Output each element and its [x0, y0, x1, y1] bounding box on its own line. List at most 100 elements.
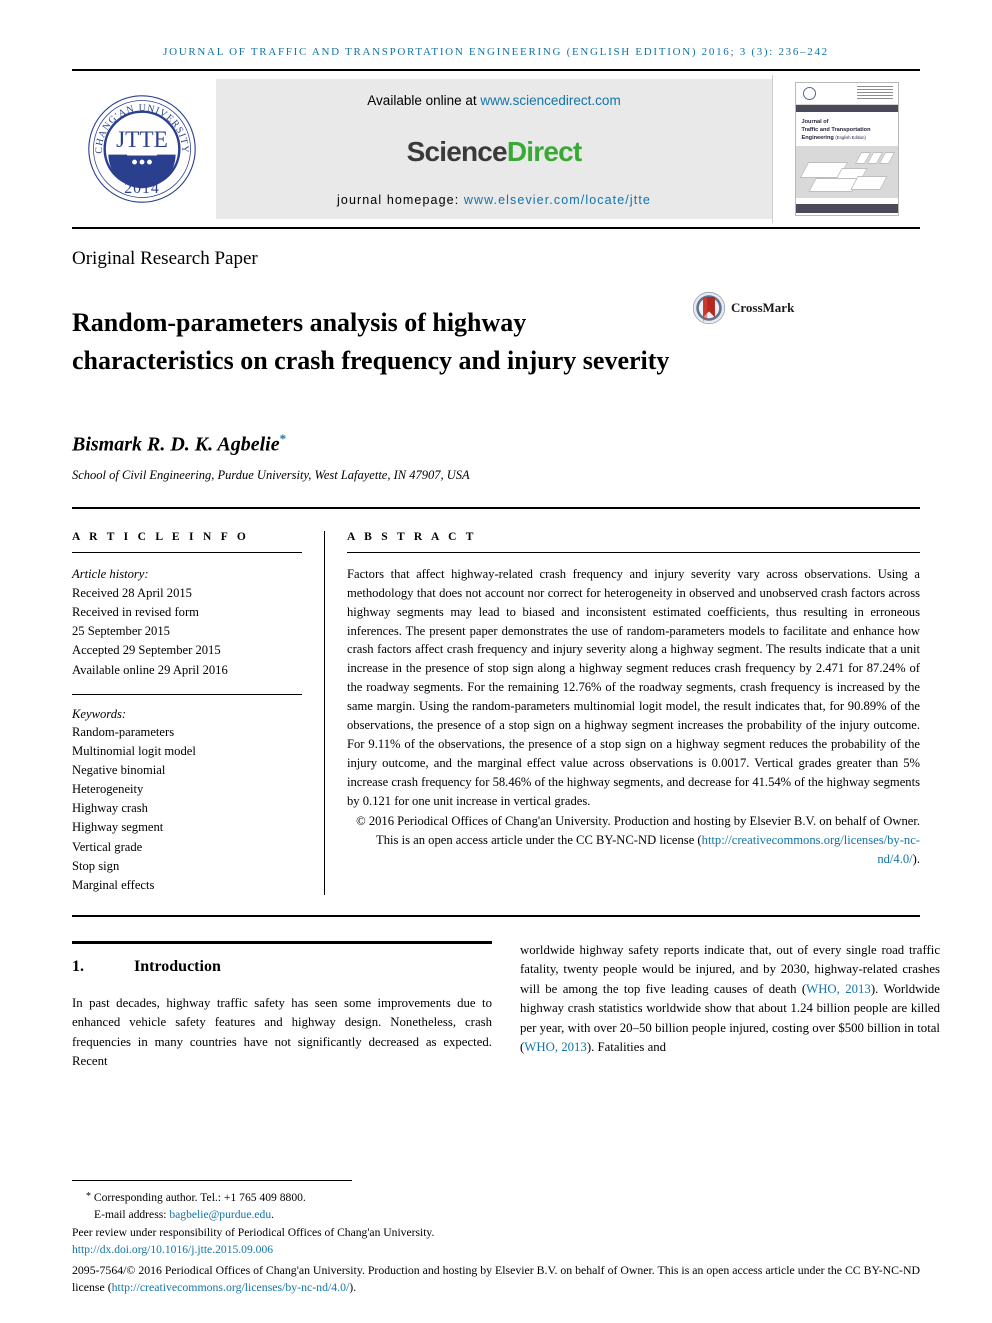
journal-homepage-link[interactable]: www.elsevier.com/locate/jtte	[464, 193, 651, 207]
header-rule	[72, 69, 920, 71]
keyword-item: Highway segment	[72, 820, 164, 835]
author-footnote-marker[interactable]: *	[280, 431, 287, 446]
copyright-tail: ).	[912, 852, 920, 867]
keyword-item: Vertical grade	[72, 839, 143, 854]
cover-seal-icon	[802, 87, 816, 100]
cover-title-sub: (English Edition)	[835, 135, 866, 141]
intro-right-text-c: ). Fatalities and	[586, 1040, 667, 1055]
history-item: Received in revised form	[72, 605, 199, 620]
jtte-seal-icon: CHANG'AN UNIVERSITY JTTE 2014	[88, 95, 196, 203]
doi-link[interactable]: http://dx.doi.org/10.1016/j.jtte.2015.09…	[72, 1243, 273, 1256]
corresponding-author-text: Corresponding author. Tel.: +1 765 409 8…	[91, 1191, 306, 1205]
keyword-item: Highway crash	[72, 801, 148, 816]
article-info-heading: A R T I C L E I N F O	[72, 530, 250, 543]
cover-top-strip	[795, 83, 898, 105]
cover-image: Journal of Traffic and Transportation En…	[794, 82, 899, 216]
sciencedirect-word-direct: Direct	[506, 135, 582, 167]
citation-who-2013-second[interactable]: WHO, 2013	[524, 1040, 587, 1054]
abstract-column: A B S T R A C T Factors that affect high…	[324, 530, 920, 895]
svg-text:2014: 2014	[124, 180, 159, 197]
sciencedirect-word-science: Science	[406, 135, 508, 167]
keyword-item: Marginal effects	[72, 877, 155, 892]
keyword-item: Stop sign	[72, 858, 120, 873]
peer-review-note: Peer review under responsibility of Peri…	[72, 1225, 435, 1239]
keyword-item: Negative binomial	[72, 762, 166, 777]
email-note: E-mail address: bagbelie@purdue.edu.	[72, 1206, 920, 1223]
running-head: JOURNAL OF TRAFFIC AND TRANSPORTATION EN…	[163, 46, 829, 58]
keyword-item: Random-parameters	[72, 724, 175, 739]
cover-title-line2: Traffic and Transportation	[801, 127, 871, 134]
keyword-item: Multinomial logit model	[72, 743, 196, 758]
article-info-rule	[72, 551, 302, 553]
abstract-block-rule	[72, 914, 920, 917]
svg-text:JTTE: JTTE	[116, 127, 168, 153]
title-row: Random-parameters analysis of highway ch…	[72, 287, 920, 397]
keywords-rule	[72, 693, 302, 695]
journal-homepage-label: journal homepage:	[337, 193, 464, 207]
citation-who-2013-first[interactable]: WHO, 2013	[806, 982, 871, 996]
history-item: 25 September 2015	[72, 624, 170, 639]
abstract-text: Factors that affect highway-related cras…	[347, 566, 920, 808]
crossmark-badge[interactable]: CrossMark	[692, 291, 794, 325]
body-column-left: 1. Introduction In past decades, highway…	[72, 940, 492, 1085]
keywords-label: Keywords:	[72, 706, 127, 721]
email-label: E-mail address:	[94, 1208, 170, 1222]
info-abstract-block: A R T I C L E I N F O Article history: R…	[72, 530, 920, 895]
history-item: Available online 29 April 2016	[72, 662, 228, 677]
license-link[interactable]: http://creativecommons.org/licenses/by-n…	[702, 833, 920, 866]
masthead-rule	[72, 227, 920, 229]
crossmark-icon	[692, 291, 726, 325]
abstract-copyright: © 2016 Periodical Offices of Chang'an Un…	[347, 812, 920, 869]
cover-title-line3: Engineering (English Edition)	[801, 135, 866, 142]
title-block-rule	[72, 506, 920, 509]
author-name: Bismark R. D. K. Agbelie*	[72, 431, 287, 456]
footnote-rule	[72, 1180, 352, 1182]
email-link[interactable]: bagbelie@purdue.edu	[169, 1208, 271, 1221]
history-item: Accepted 29 September 2015	[72, 643, 221, 658]
masthead: CHANG'AN UNIVERSITY JTTE 2014 Available …	[72, 75, 920, 223]
sciencedirect-link[interactable]: www.sciencedirect.com	[480, 93, 620, 108]
article-history: Article history: Received 28 April 2015 …	[72, 565, 302, 680]
sciencedirect-wordmark: ScienceDirect	[406, 135, 583, 168]
page-footer: * Corresponding author. Tel.: +1 765 409…	[72, 1180, 920, 1297]
abstract-rule	[347, 551, 920, 553]
available-online-label: Available online at	[367, 93, 481, 108]
keyword-item: Heterogeneity	[72, 782, 144, 797]
cover-title: Journal of Traffic and Transportation En…	[796, 112, 898, 146]
crossmark-label: CrossMark	[731, 300, 795, 315]
cover-footer: Chang'an University	[796, 213, 898, 215]
corresponding-author-note: * Corresponding author. Tel.: +1 765 409…	[72, 1189, 920, 1206]
intro-paragraph-left: In past decades, highway traffic safety …	[72, 995, 492, 1069]
section-number: 1.	[72, 957, 84, 975]
section-title: Introduction	[134, 957, 221, 975]
cover-dark-bar	[795, 105, 898, 112]
body-columns: 1. Introduction In past decades, highway…	[72, 940, 940, 1085]
author-affiliation: School of Civil Engineering, Purdue Univ…	[72, 467, 470, 482]
article-history-label: Article history:	[72, 566, 149, 581]
article-page: JOURNAL OF TRAFFIC AND TRANSPORTATION EN…	[0, 0, 992, 1323]
intro-paragraph-right: worldwide highway safety reports indicat…	[520, 941, 940, 1058]
email-tail: .	[271, 1208, 275, 1222]
page-title: Random-parameters analysis of highway ch…	[72, 308, 670, 376]
license-footer: 2095-7564/© 2016 Periodical Offices of C…	[72, 1262, 920, 1297]
doi-line: http://dx.doi.org/10.1016/j.jtte.2015.09…	[72, 1241, 920, 1258]
license-text-b: ).	[349, 1280, 357, 1295]
sciencedirect-banner: Available online at www.sciencedirect.co…	[216, 79, 772, 219]
body-column-right: worldwide highway safety reports indicat…	[520, 941, 940, 1085]
abstract-heading: A B S T R A C T	[347, 530, 477, 543]
history-item: Received 28 April 2015	[72, 585, 192, 600]
article-info-column: A R T I C L E I N F O Article history: R…	[72, 531, 324, 895]
cover-title-line1: Journal of	[801, 119, 829, 125]
journal-cover-thumbnail: Journal of Traffic and Transportation En…	[772, 75, 920, 223]
article-type: Original Research Paper	[72, 248, 258, 269]
cover-dark-bar-bottom	[795, 204, 898, 214]
available-online-line: Available online at www.sciencedirect.co…	[367, 93, 620, 108]
journal-homepage-line: journal homepage: www.elsevier.com/locat…	[337, 193, 651, 207]
keywords-list: Random-parameters Multinomial logit mode…	[72, 723, 302, 895]
cover-artwork	[795, 146, 898, 199]
section-rule	[72, 940, 492, 944]
footer-license-link[interactable]: http://creativecommons.org/licenses/by-n…	[112, 1280, 350, 1294]
section-heading: 1. Introduction	[72, 958, 492, 976]
cover-issn-block	[856, 86, 893, 99]
journal-logo: CHANG'AN UNIVERSITY JTTE 2014	[72, 75, 212, 223]
